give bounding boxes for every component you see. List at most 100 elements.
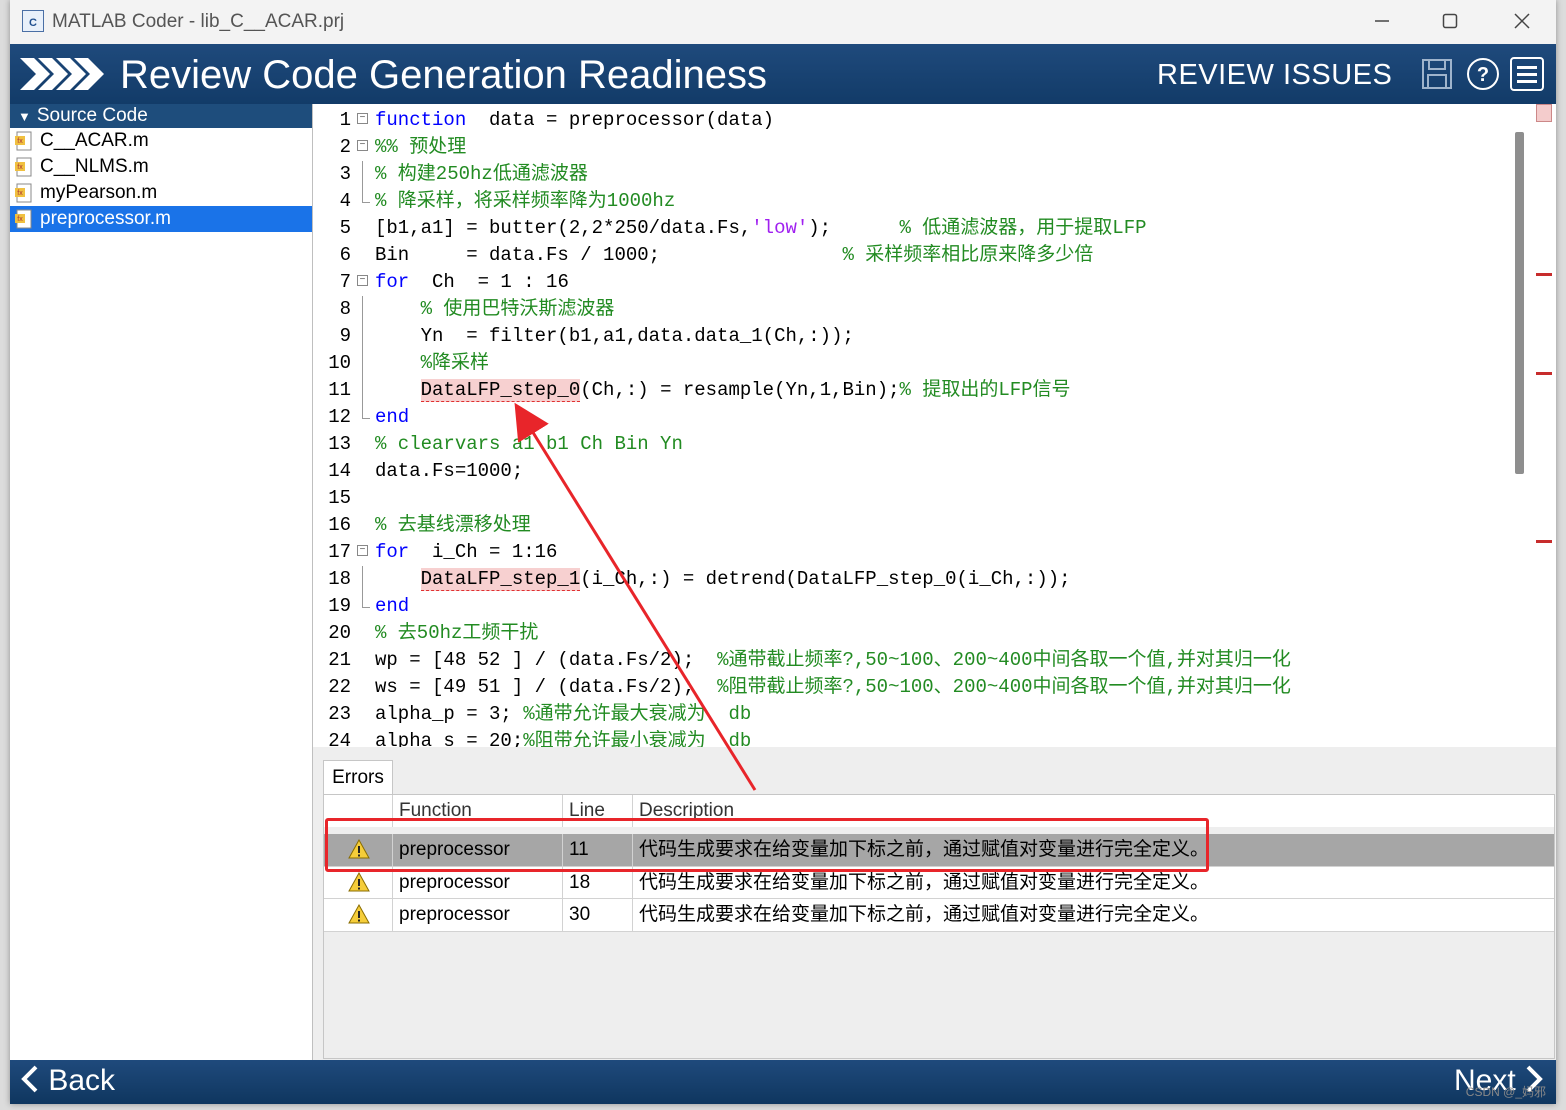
overview-error-indicator[interactable] (1536, 104, 1552, 122)
comment-token: %通带允许最大衰减为 db (523, 703, 752, 725)
error-marker[interactable] (1536, 273, 1552, 276)
footer-bar: Back Next (10, 1060, 1556, 1104)
code-line[interactable]: 1− function data = preprocessor(data) (313, 107, 1508, 134)
code-line[interactable]: 22 ws = [49 51 ] / (data.Fs/2); %阻带截止频率?,… (313, 674, 1508, 701)
code-line[interactable]: 14 data.Fs=1000; (313, 458, 1508, 485)
code-text: ws = [49 51 ] / (data.Fs/2); %阻带截止频率?,50… (375, 674, 1291, 701)
code-line[interactable]: 20 % 去50hz工频干扰 (313, 620, 1508, 647)
code-text: %% 预处理 (375, 134, 466, 161)
code-token: (i_Ch,:) = detrend(DataLFP_step_0(i_Ch,:… (580, 568, 1071, 590)
column-divider (562, 899, 563, 931)
code-line[interactable]: 4 % 降采样，将采样频率降为1000hz (313, 188, 1508, 215)
file-item-preprocessor[interactable]: fx preprocessor.m (10, 206, 312, 232)
code-line[interactable]: 21 wp = [48 52 ] / (data.Fs/2); %通带截止频率?,… (313, 647, 1508, 674)
code-line[interactable]: 2−%% 预处理 (313, 134, 1508, 161)
comment-token: %通带截止频率?,50~100、200~400中间各取一个值,并对其归一化 (717, 649, 1291, 671)
code-viewer[interactable]: 1− function data = preprocessor(data) 2−%%… (313, 104, 1508, 747)
workflow-chevron-icon (20, 58, 104, 90)
line-number: 7 (339, 271, 351, 293)
code-text: % 构建250hz低通滤波器 (375, 161, 588, 188)
code-token: Yn = filter(b1,a1,data.data_1(Ch,:)); (375, 325, 854, 347)
table-row[interactable]: preprocessor 30 代码生成要求在给变量加下标之前，通过赋值对变量进… (324, 898, 1554, 932)
code-text: for Ch = 1 : 16 (375, 269, 569, 296)
help-icon[interactable]: ? (1466, 57, 1500, 91)
file-item-c-acar[interactable]: fx C__ACAR.m (10, 128, 312, 154)
line-number: 14 (328, 460, 351, 482)
code-text: % 使用巴特沃斯滤波器 (375, 296, 615, 323)
code-line[interactable]: 24 alpha_s = 20;%阻带允许最小衰减为 db (313, 728, 1508, 747)
svg-text:fx: fx (17, 164, 23, 171)
code-line[interactable]: 9 Yn = filter(b1,a1,data.data_1(Ch,:)); (313, 323, 1508, 350)
close-icon (1514, 13, 1530, 29)
error-marker[interactable] (1536, 540, 1552, 543)
line-number: 5 (339, 217, 351, 239)
code-line[interactable]: 15 (313, 485, 1508, 512)
code-token: [b1,a1] = butter(2,2*250/data.Fs, (375, 217, 752, 239)
comment-token: % 使用巴特沃斯滤波器 (420, 298, 615, 320)
keyword-token: for (375, 541, 410, 563)
comment-token: % 去50hz工频干扰 (375, 622, 539, 644)
code-line[interactable]: 12 end (313, 404, 1508, 431)
line-number: 4 (339, 190, 351, 212)
file-item-c-nlms[interactable]: fx C__NLMS.m (10, 154, 312, 180)
code-line[interactable]: 23 alpha_p = 3; %通带允许最大衰减为 db (313, 701, 1508, 728)
code-text: [b1,a1] = butter(2,2*250/data.Fs,'low');… (375, 215, 1147, 242)
file-item-mypearson[interactable]: fx myPearson.m (10, 180, 312, 206)
fold-toggle-icon[interactable]: − (357, 140, 368, 151)
code-line[interactable]: 8 % 使用巴特沃斯滤波器 (313, 296, 1508, 323)
close-button[interactable] (1502, 6, 1542, 38)
code-line[interactable]: 13 % clearvars a1 b1 Ch Bin Yn (313, 431, 1508, 458)
file-name: C__ACAR.m (40, 130, 149, 151)
watermark: CSDN @_妈邪 (1465, 1085, 1546, 1099)
comment-token: % 构建250hz低通滤波器 (375, 163, 588, 185)
line-cell: 30 (569, 904, 591, 925)
error-token: DataLFP_step_1 (420, 568, 581, 591)
code-line[interactable]: 10 %降采样 (313, 350, 1508, 377)
line-number: 10 (328, 352, 351, 374)
error-marker[interactable] (1536, 372, 1552, 375)
code-line[interactable]: 3 % 构建250hz低通滤波器 (313, 161, 1508, 188)
menu-icon[interactable] (1510, 57, 1544, 91)
fold-guide (362, 350, 363, 377)
comment-token: %阻带允许最小衰减为 db (523, 730, 752, 747)
save-icon[interactable] (1420, 57, 1454, 91)
source-code-node[interactable]: ▼ Source Code (10, 104, 312, 128)
fold-end-guide (362, 404, 370, 419)
fold-toggle-icon[interactable]: − (357, 545, 368, 556)
fold-end-guide (362, 188, 370, 203)
maximize-button[interactable] (1430, 6, 1470, 38)
warning-icon (348, 872, 370, 892)
minimize-button[interactable] (1362, 6, 1402, 38)
code-line[interactable]: 18 DataLFP_step_1(i_Ch,:) = detrend(Data… (313, 566, 1508, 593)
code-line[interactable]: 5 [b1,a1] = butter(2,2*250/data.Fs,'low')… (313, 215, 1508, 242)
collapse-triangle-icon[interactable]: ▼ (18, 109, 31, 124)
code-line[interactable]: 16 % 去基线漂移处理 (313, 512, 1508, 539)
fold-toggle-icon[interactable]: − (357, 113, 368, 124)
window-title: MATLAB Coder - lib_C__ACAR.prj (52, 11, 345, 32)
minimize-icon (1375, 20, 1389, 22)
line-number: 21 (328, 649, 351, 671)
fold-toggle-icon[interactable]: − (357, 275, 368, 286)
code-token: ws = [49 51 ] / (data.Fs/2); (375, 676, 718, 698)
comment-token: % 提取出的LFP信号 (899, 379, 1071, 401)
code-line[interactable]: 7− for Ch = 1 : 16 (313, 269, 1508, 296)
code-text: DataLFP_step_1(i_Ch,:) = detrend(DataLFP… (375, 566, 1071, 593)
code-scrollbar[interactable] (1508, 104, 1556, 747)
tab-errors[interactable]: Errors (323, 760, 393, 795)
code-text: Yn = filter(b1,a1,data.data_1(Ch,:)); (375, 323, 854, 350)
code-text: DataLFP_step_0(Ch,:) = resample(Yn,1,Bin… (375, 377, 1071, 404)
code-token: i_Ch = 1:16 (409, 541, 558, 563)
code-line[interactable]: 6 Bin = data.Fs / 1000; % 采样频率相比原来降多少倍 (313, 242, 1508, 269)
keyword-token: function (375, 109, 467, 131)
line-number: 12 (328, 406, 351, 428)
back-button[interactable]: Back (20, 1064, 115, 1098)
code-line[interactable]: 11 DataLFP_step_0(Ch,:) = resample(Yn,1,… (313, 377, 1508, 404)
line-number: 3 (339, 163, 351, 185)
svg-text:?: ? (1477, 64, 1489, 86)
line-number: 24 (328, 730, 351, 747)
scrollbar-thumb[interactable] (1515, 132, 1524, 474)
code-line[interactable]: 19 end (313, 593, 1508, 620)
code-line[interactable]: 17− for i_Ch = 1:16 (313, 539, 1508, 566)
